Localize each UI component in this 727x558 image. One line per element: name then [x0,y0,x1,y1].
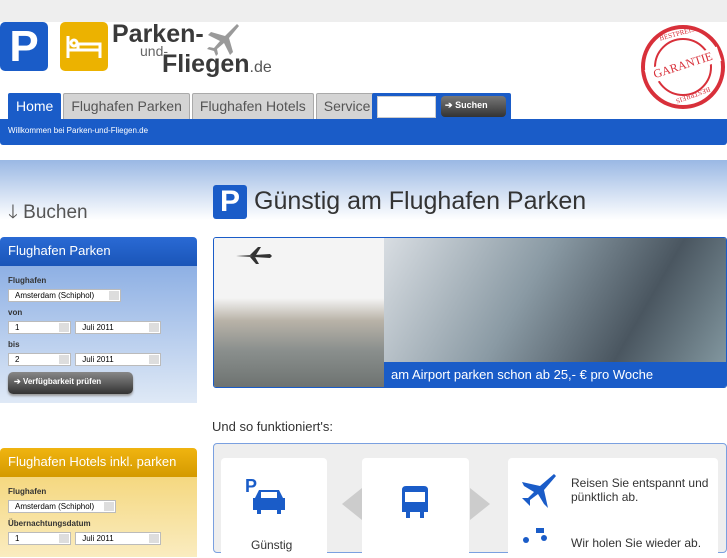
how-it-works-box: P Günstig Reisen Sie entspannt und pünkt… [213,443,727,558]
pickup-people-icon [523,528,547,543]
to-label: bis [8,340,20,349]
from-day-select[interactable]: 1 [8,321,71,334]
how-it-works-heading: Und so funktioniert's: [212,419,333,434]
tab-flughafen-parken[interactable]: Flughafen Parken [63,93,190,119]
bed-logo-icon[interactable] [60,22,108,71]
from-label: von [8,308,23,317]
welcome-bar: Willkommen bei Parken-und-Fliegen.de [0,119,727,145]
search-area: ➔ Suchen [372,93,511,120]
bus-icon [402,486,428,518]
arrow-down-icon: 🡓 [8,202,18,223]
step-shuttle-card [362,458,469,558]
parken-panel: Flughafen Parken Flughafen Amsterdam (Sc… [0,237,197,403]
tab-home[interactable]: Home [8,93,62,119]
step-travel-text: Reisen Sie entspannt und pünktlich ab. [571,476,709,504]
hero-banner[interactable]: am Airport parken schon ab 25,- € pro Wo… [213,237,727,388]
parking-logo[interactable]: P [0,22,48,71]
airport-select[interactable]: Amsterdam (Schiphol) [8,289,121,302]
bestpreis-garantie-stamp: BESTPREIS GARANTIE BESTPREIS [641,25,725,109]
top-bar [0,0,727,22]
tab-service[interactable]: Service [315,93,379,119]
step-pickup-text: Wir holen Sie wieder ab. [571,536,702,550]
airport-parking-photo [214,238,384,387]
arrow-left-icon [342,488,362,520]
overnight-date-label: Übernachtungsdatum [8,519,91,528]
page-title: Günstig am Flughafen Parken [254,187,587,215]
step-travel-card: Reisen Sie entspannt und pünktlich ab. W… [508,458,718,558]
search-input[interactable] [377,96,436,118]
hero-caption: am Airport parken schon ab 25,- € pro Wo… [384,362,726,387]
check-availability-button[interactable]: ➔ Verfügbarkeit prüfen [8,372,133,394]
hotel-airport-select[interactable]: Amsterdam (Schiphol) [8,500,116,513]
arrow-right-icon [470,488,490,520]
plane-logo-icon [205,22,241,61]
step-parking-card: P Günstig [221,458,327,558]
arrow-right-icon: ➔ [14,377,21,386]
hotel-month-select[interactable]: Juli 2011 [75,532,162,545]
svg-text:P: P [245,476,257,496]
arrow-right-icon: ➔ [445,100,453,110]
plane-icon [522,474,556,508]
tab-flughafen-hotels[interactable]: Flughafen Hotels [191,93,314,119]
from-month-select[interactable]: Juli 2011 [75,321,162,334]
parking-car-icon: P [245,476,285,514]
parking-icon: P [213,185,247,219]
step-1-label: Günstig [251,538,293,552]
plane-icon [236,247,272,264]
search-button-label: Suchen [455,100,488,110]
to-month-select[interactable]: Juli 2011 [75,353,162,366]
main-nav: Home Flughafen Parken Flughafen Hotels S… [8,93,379,120]
buchen-heading: 🡓 Buchen [8,202,88,223]
airport-label: Flughafen [8,276,47,285]
hotel-day-select[interactable]: 1 [8,532,71,545]
hotels-panel: Flughafen Hotels inkl. parken Flughafen … [0,448,197,557]
hotels-panel-title: Flughafen Hotels inkl. parken [0,448,197,477]
search-button[interactable]: ➔ Suchen [441,96,506,117]
parken-panel-title: Flughafen Parken [0,237,197,266]
hotel-airport-label: Flughafen [8,487,47,496]
to-day-select[interactable]: 2 [8,353,71,366]
